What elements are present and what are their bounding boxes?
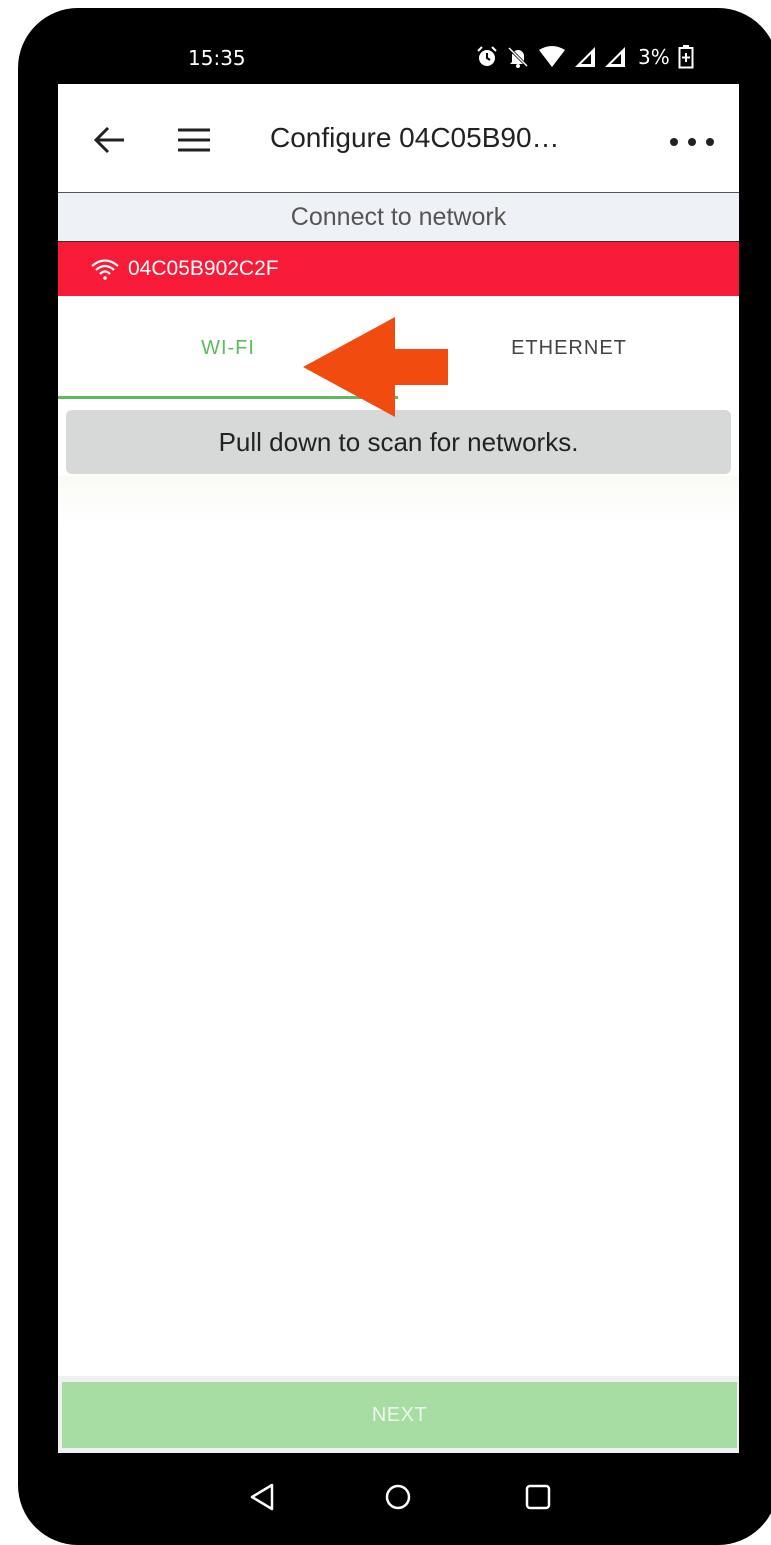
nav-back-icon [250, 1483, 274, 1511]
cell-signal-icon [575, 47, 595, 67]
status-time: 15:35 [188, 46, 246, 70]
navigation-bar [18, 1453, 771, 1545]
more-horiz-icon [706, 138, 714, 146]
wifi-signal-icon [539, 46, 565, 67]
phone-frame: 15:35 3% Configure 04C05B90… Connect to … [18, 8, 771, 1545]
app-screen: Configure 04C05B90… Connect to network 0… [58, 84, 739, 1453]
cell-signal-icon [605, 47, 625, 67]
status-bar: 15:35 3% [18, 8, 771, 84]
app-bar: Configure 04C05B90… [58, 84, 739, 193]
device-id: 04C05B902C2F [128, 257, 279, 280]
overflow-menu-button[interactable] [670, 124, 714, 160]
nav-home-icon [385, 1484, 411, 1510]
scan-hint: Pull down to scan for networks. [66, 410, 731, 474]
nav-home-button[interactable] [378, 1477, 418, 1517]
hamburger-menu-icon [178, 128, 210, 152]
next-button[interactable]: NEXT [62, 1382, 737, 1448]
nav-recents-icon [525, 1484, 551, 1510]
alarm-icon [477, 46, 497, 66]
nav-back-button[interactable] [242, 1477, 282, 1517]
tab-ethernet[interactable]: ETHERNET [399, 296, 739, 400]
status-icons: 3% [476, 42, 694, 72]
arrow-back-icon [93, 126, 124, 154]
network-list[interactable] [58, 476, 739, 526]
device-banner: 04C05B902C2F [58, 242, 739, 296]
more-horiz-icon [670, 138, 678, 146]
arrow-left-annotation [303, 317, 448, 417]
nav-recents-button[interactable] [518, 1477, 558, 1517]
more-horiz-icon [688, 138, 696, 146]
battery-percent: 3% [638, 45, 670, 69]
back-button[interactable] [90, 120, 130, 160]
page-title: Configure 04C05B90… [270, 122, 560, 153]
menu-button[interactable] [174, 120, 214, 160]
section-header: Connect to network [58, 193, 739, 242]
notifications-off-icon [507, 46, 529, 68]
battery-charging-icon [678, 45, 694, 69]
wifi-icon [91, 259, 119, 280]
footer: NEXT [58, 1376, 739, 1453]
